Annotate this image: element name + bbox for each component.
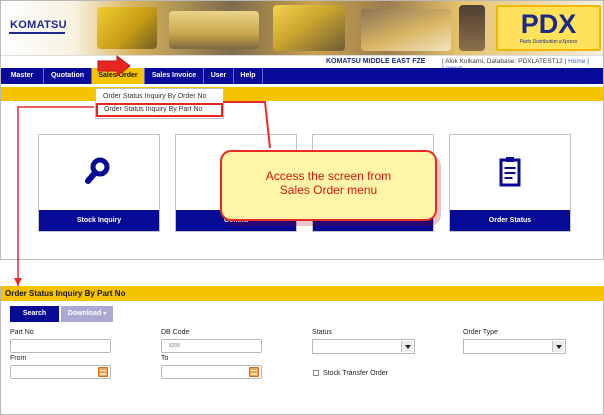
stock-transfer-order-checkbox[interactable] (313, 370, 319, 376)
pdx-logo: PDX Parts Distribution eXpress (496, 5, 601, 51)
menu-item-order-status-by-part-no[interactable]: Order Status Inquiry By Part No (96, 103, 223, 117)
link-separator: | (587, 58, 589, 65)
nav-sales-order[interactable]: Sales Order (92, 68, 145, 84)
dashboard-screenshot: KOMATSU PDX Parts Distribution eXpress K… (0, 0, 604, 260)
callout-line-2: Sales Order menu (279, 183, 378, 197)
db-code-input[interactable]: 8206 (161, 339, 262, 353)
engine-image (361, 9, 451, 51)
excavator-image (97, 7, 157, 49)
sales-order-dropdown: Order Status Inquiry By Order No Order S… (95, 88, 224, 119)
down-arrow-icon (14, 278, 22, 286)
to-label: To (161, 355, 169, 362)
komatsu-brand: KOMATSU (10, 19, 67, 31)
to-date-input[interactable] (161, 365, 262, 379)
parts-image (169, 11, 259, 49)
status-dropdown-icon[interactable] (401, 341, 413, 352)
page-title: Order Status Inquiry By Part No (5, 289, 126, 298)
from-date-input[interactable] (10, 365, 111, 379)
nav-user[interactable]: User (204, 68, 234, 84)
tile-stock-inquiry[interactable]: Stock Inquiry (38, 134, 160, 232)
company-name: KOMATSU MIDDLE EAST FZE (326, 58, 426, 65)
download-label: Download (67, 310, 102, 317)
callout-text: Access the screen from Sales Order menu (222, 169, 435, 197)
calendar-icon[interactable] (249, 367, 259, 377)
product-tagline: Parts Distribution eXpress (519, 39, 578, 45)
yellow-menu-strip (1, 87, 603, 101)
calendar-icon[interactable] (98, 367, 108, 377)
search-icon (85, 157, 110, 184)
db-code-value: 8206 (169, 343, 181, 349)
product-name: PDX (520, 9, 577, 39)
order-type-dropdown-icon[interactable] (552, 341, 564, 352)
order-type-select[interactable] (463, 339, 566, 354)
download-button[interactable]: Download ▾ (61, 306, 113, 322)
form-title-bar: Order Status Inquiry By Part No (1, 286, 604, 301)
header-banner: KOMATSU PDX Parts Distribution eXpress (1, 1, 603, 55)
company-bar: KOMATSU MIDDLE EAST FZE | Alok Kulkarni,… (1, 55, 603, 72)
from-label: From (10, 355, 27, 362)
tile-order-status[interactable]: Order Status (449, 134, 571, 232)
order-type-label: Order Type (463, 329, 498, 336)
home-link[interactable]: Home (568, 58, 585, 65)
nav-help[interactable]: Help (234, 68, 263, 84)
part-no-label: Part No (10, 329, 34, 336)
status-select[interactable] (312, 339, 415, 354)
user-info-text: | Alok Kulkarni, Database: PDXLATEST12 | (442, 58, 567, 65)
tile-label-stock-inquiry: Stock Inquiry (39, 210, 159, 231)
part-no-input[interactable] (10, 339, 111, 353)
callout-line-1: Access the screen from (265, 169, 392, 183)
tile-label-order-status: Order Status (450, 210, 570, 231)
download-caret-icon: ▾ (103, 311, 107, 317)
status-label: Status (312, 329, 332, 336)
nav-sales-invoice[interactable]: Sales Invoice (145, 68, 204, 84)
main-navigation: Master Quotation Sales Order Sales Invoi… (1, 68, 603, 84)
search-button[interactable]: Search (10, 306, 59, 322)
stock-transfer-order-label: Stock Transfer Order (323, 370, 388, 377)
clipboard-icon (499, 157, 521, 187)
instruction-callout: Access the screen from Sales Order menu (220, 150, 437, 221)
db-code-label: DB Code (161, 329, 190, 336)
order-status-inquiry-form: Order Status Inquiry By Part No Search D… (0, 286, 604, 415)
machine-part-image (459, 5, 485, 51)
brand-underline (9, 32, 65, 34)
nav-master[interactable]: Master (1, 68, 44, 84)
nav-quotation[interactable]: Quotation (44, 68, 92, 84)
menu-item-order-status-by-order-no[interactable]: Order Status Inquiry By Order No (96, 91, 223, 103)
loader-image (273, 5, 345, 51)
